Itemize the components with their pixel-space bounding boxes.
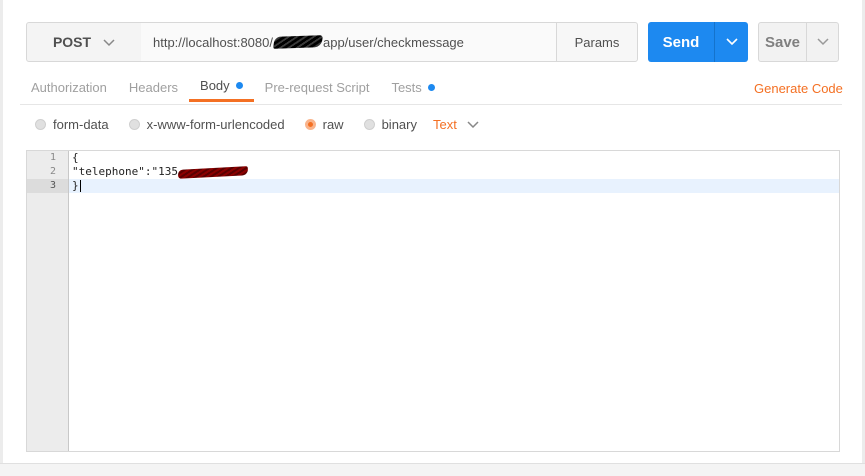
mode-form-data[interactable]: form-data [35,117,109,132]
radio-button-checked[interactable] [304,118,316,130]
send-options-button[interactable] [714,22,748,62]
save-options-button[interactable] [806,23,838,61]
url-prefix: http://localhost:8080/ [153,34,273,50]
code-text: } [72,179,79,192]
line-number: 3 [27,179,68,193]
chevron-down-icon [103,34,115,50]
code-editor[interactable]: 1 2 3 { "telephone":"135 } [26,150,840,452]
code-text: "telephone":"135 [72,165,178,178]
tab-label: Authorization [31,79,107,95]
params-button[interactable]: Params [556,22,638,62]
raw-type-label: Text [433,116,457,132]
method-label: POST [52,34,92,50]
line-number: 2 [49,166,56,177]
tab-label: Headers [128,79,179,95]
url-suffix: app/user/checkmessage [322,34,464,50]
tabs-divider [20,104,842,105]
code-text: { [72,151,79,164]
radio-button[interactable] [35,118,46,130]
dot-indicator-icon [427,83,435,91]
radio-button[interactable] [363,118,375,130]
redaction-scribble [273,35,323,49]
url-input[interactable]: http://localhost:8080/ app/user/checkmes… [141,22,557,62]
line-number: 1 [49,152,56,163]
window-frame-left [0,0,3,476]
mode-binary[interactable]: binary [363,116,417,132]
mode-raw[interactable]: raw [304,116,344,132]
mode-label: raw [322,116,344,132]
raw-type-dropdown[interactable]: Text [433,117,479,132]
chevron-down-icon [467,117,479,132]
tab-label: Tests [391,79,422,95]
code-line: { [69,151,839,165]
tab-authorization[interactable]: Authorization [20,72,118,102]
chevron-down-icon [816,33,829,51]
code-line-active: } [69,179,839,193]
save-button-group: Save [758,22,839,62]
tab-body[interactable]: Body [189,72,254,102]
code-line: "telephone":"135 [69,165,839,179]
line-number-gutter: 1 2 3 [27,151,69,451]
dot-indicator-icon [235,82,243,89]
send-button[interactable]: Send [648,22,714,62]
editor-content[interactable]: { "telephone":"135 } [69,151,839,193]
redaction-scribble [177,165,249,179]
generate-code-link[interactable]: Generate Code [754,81,843,96]
mode-label: binary [381,116,417,132]
tab-label: Body [200,78,230,93]
save-button[interactable]: Save [759,23,806,61]
tab-tests[interactable]: Tests [380,72,445,102]
send-button-group: Send [648,22,748,62]
tab-label: Pre-request Script [264,79,370,95]
mode-label: x-www-form-urlencoded [146,116,285,132]
tab-pre-request-script[interactable]: Pre-request Script [254,72,381,102]
radio-button[interactable] [128,118,140,130]
params-label: Params [574,34,620,50]
tab-headers[interactable]: Headers [118,72,189,102]
request-tabs: Authorization Headers Body Pre-request S… [20,72,446,104]
mode-x-www-form-urlencoded[interactable]: x-www-form-urlencoded [128,116,285,132]
window-frame-bottom [0,463,865,476]
mode-label: form-data [53,116,109,132]
chevron-down-icon [725,33,738,51]
text-cursor [79,180,81,192]
body-mode-options: form-data x-www-form-urlencoded raw bina… [35,114,479,134]
method-dropdown[interactable]: POST [26,22,142,62]
